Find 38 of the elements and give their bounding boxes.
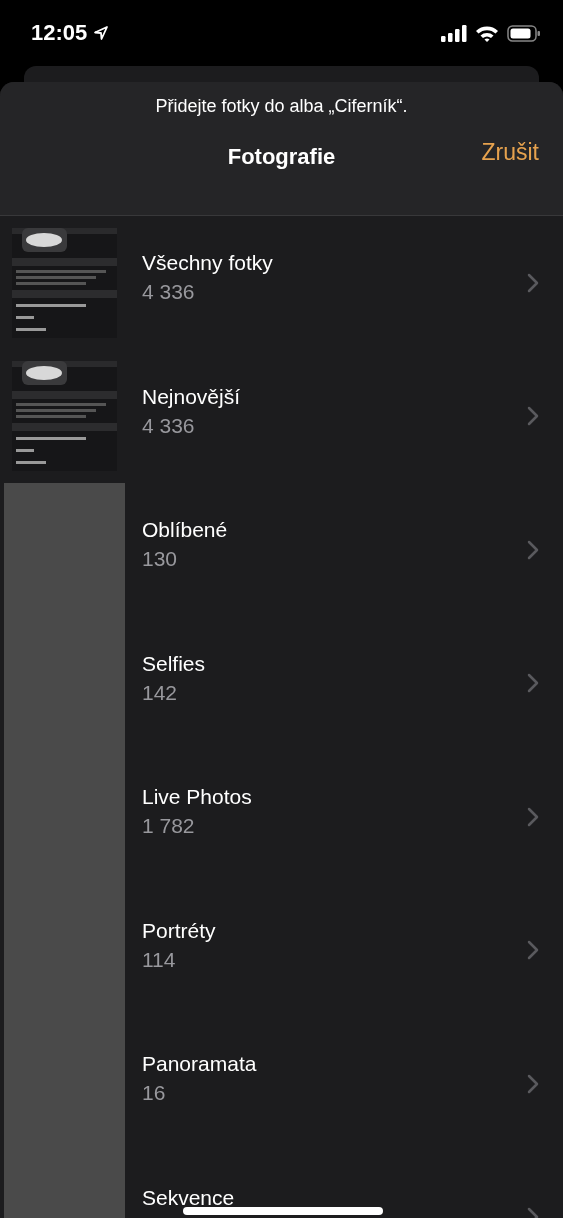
signal-icon [441, 24, 467, 42]
album-name: Portréty [142, 919, 216, 942]
album-row[interactable]: Live Photos 1 782 [0, 750, 563, 884]
chevron-icon [527, 806, 539, 827]
album-count: 130 [142, 547, 178, 571]
album-name: Panoramata [142, 1053, 257, 1075]
album-name: Sekvence [142, 1186, 235, 1209]
chevron-icon [527, 406, 539, 427]
album-name: Live Photos [142, 786, 252, 808]
chevron-icon [527, 539, 539, 560]
album-count: 114 [142, 947, 176, 972]
wifi-icon [475, 24, 499, 42]
album-row[interactable]: Panoramata 16 [0, 1017, 563, 1151]
location-arrow-icon [93, 25, 110, 41]
chevron-icon [527, 272, 539, 293]
album-row[interactable]: Sekvence [0, 1150, 563, 1218]
chevron-icon [527, 940, 539, 961]
album-row[interactable]: Oblíbené 130 [0, 483, 563, 617]
album-name: Všechny fotky [142, 252, 273, 274]
album-count: 4 336 [142, 413, 195, 438]
album-row[interactable]: Selfies 142 [0, 616, 563, 750]
battery-icon [507, 24, 541, 42]
chevron-icon [527, 1073, 539, 1094]
album-count: 142 [142, 680, 178, 705]
status-time: 12:05 [31, 20, 88, 46]
album-name: Nejnovější [142, 385, 241, 408]
album-count: 4 336 [142, 280, 195, 304]
album-name: Oblíbené [142, 519, 228, 541]
album-row[interactable]: Všechny fotky 4 336 [0, 216, 563, 350]
cancel-button[interactable]: Zrušit [481, 139, 539, 166]
album-count: 16 [142, 1081, 166, 1105]
chevron-icon [527, 673, 539, 694]
album-row[interactable]: Nejnovější 4 336 [0, 349, 563, 483]
nav-title: Fotografie [227, 144, 336, 170]
album-count: 1 782 [142, 814, 195, 838]
album-name: Selfies [142, 652, 206, 675]
sheet-prompt: Přidejte fotky do alba „Ciferník“. [154, 95, 409, 117]
album-row[interactable]: Portréty 114 [0, 883, 563, 1017]
